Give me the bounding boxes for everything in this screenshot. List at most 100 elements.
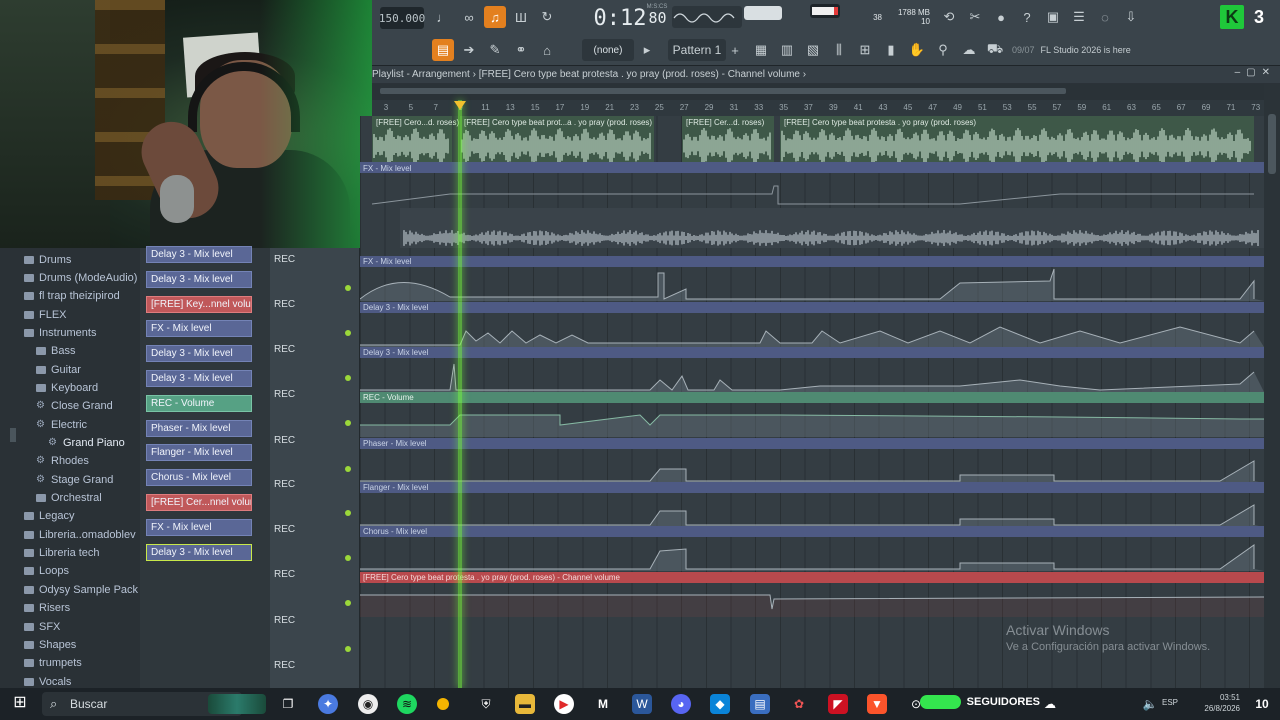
automation-lane[interactable]: Delay 3 - Mix level	[360, 347, 1264, 392]
channel-clip[interactable]: FX - Mix level	[146, 320, 252, 338]
track-rec-label[interactable]: REC	[274, 254, 295, 265]
browser-item[interactable]: FLEX	[24, 306, 67, 323]
automation-lane-header[interactable]: Chorus - Mix level	[360, 526, 1264, 537]
piano-roll-icon[interactable]: ▥	[776, 39, 798, 61]
browser-item[interactable]: Drums	[24, 251, 71, 268]
channel-clip[interactable]: Phaser - Mix level	[146, 419, 252, 437]
automation-envelope[interactable]	[360, 358, 1264, 392]
chat-icon[interactable]: ◌	[1094, 6, 1116, 28]
step-edit-icon[interactable]: Ш	[510, 6, 532, 28]
channel-clip[interactable]: Chorus - Mix level	[146, 469, 252, 487]
app-red-icon[interactable]: ◤	[828, 694, 848, 714]
automation-lane-header[interactable]: Flanger - Mix level	[360, 482, 1264, 493]
browser-item[interactable]: Legacy	[24, 508, 74, 525]
undo-icon[interactable]: ⟲	[938, 6, 960, 28]
browser-item[interactable]: ⚙ Stage Grand	[36, 471, 113, 488]
browser-item[interactable]: Keyboard	[36, 379, 98, 396]
channel-clip[interactable]: [FREE] Key...nnel volume	[146, 295, 252, 313]
automation-envelope[interactable]	[360, 313, 1264, 347]
notification-count[interactable]: 10	[1252, 694, 1272, 714]
browser-item[interactable]: SFX	[24, 618, 60, 635]
track-enable-led[interactable]	[345, 555, 351, 561]
playlist-overview[interactable]	[372, 84, 1264, 100]
automation-envelope[interactable]	[360, 403, 1264, 437]
mixer-icon[interactable]: ☰	[1068, 6, 1090, 28]
help-icon[interactable]: ?	[1016, 6, 1038, 28]
automation-envelope[interactable]	[360, 537, 1264, 571]
store-icon[interactable]: ◆	[710, 694, 730, 714]
discord-icon[interactable]: ◕	[671, 694, 691, 714]
track-rec-label[interactable]: REC	[274, 479, 295, 490]
track-rec-label[interactable]: REC	[274, 569, 295, 580]
timeline-ruler[interactable]: 3579111315171921232527293133353739414345…	[372, 100, 1264, 116]
touch-icon[interactable]: ✋	[906, 39, 928, 61]
browser-item[interactable]: Shapes	[24, 636, 76, 653]
track-rec-label[interactable]: REC	[274, 344, 295, 355]
plugin-picker-icon[interactable]: ⚲	[932, 39, 954, 61]
browser-item[interactable]: ⚙ Grand Piano	[48, 435, 125, 452]
automation-lane-header[interactable]: FX - Mix level	[360, 256, 1264, 267]
automation-lane[interactable]: Delay 3 - Mix level	[360, 302, 1264, 347]
download-icon[interactable]: ⇩	[1120, 6, 1142, 28]
browser-item[interactable]: ⚙ Electric	[36, 416, 87, 433]
media-player-icon[interactable]: ▶	[554, 694, 574, 714]
brave-icon[interactable]: ▼	[867, 694, 887, 714]
track-enable-led[interactable]	[345, 420, 351, 426]
automation-lane[interactable]: REC - Volume	[360, 392, 1264, 437]
browser-item[interactable]: Guitar	[36, 361, 81, 378]
playlist-mode-icon[interactable]: ▤	[432, 39, 454, 61]
automation-lane[interactable]: FX - Mix level	[360, 256, 1264, 301]
channel-clip[interactable]: REC - Volume	[146, 394, 252, 412]
channel-clip[interactable]: Delay 3 - Mix level	[146, 345, 252, 363]
channel-clip[interactable]: Delay 3 - Mix level	[146, 543, 252, 561]
track-enable-led[interactable]	[345, 375, 351, 381]
automation-envelope[interactable]	[360, 267, 1264, 301]
shield-icon[interactable]: ⛨	[476, 694, 496, 714]
playlist-icon[interactable]: ▦	[750, 39, 772, 61]
browser-item[interactable]: trumpets	[24, 655, 82, 672]
news-ticker[interactable]: 09/07 FL Studio 2026 is here	[1012, 39, 1192, 61]
browser-item[interactable]: Loops	[24, 563, 69, 580]
weather-icon[interactable]: ☁	[1040, 694, 1060, 714]
channel-clip[interactable]: Delay 3 - Mix level	[146, 370, 252, 387]
vertical-scroll-thumb[interactable]	[1268, 114, 1276, 174]
obs-icon[interactable]: ◉	[358, 694, 378, 714]
browser-item[interactable]: Bass	[36, 343, 75, 360]
browser-item[interactable]: Odysy Sample Pack 1	[24, 581, 147, 598]
automation-lane-header[interactable]: [FREE] Cero type beat protesta . yo pray…	[360, 572, 1264, 583]
channel-rack-icon[interactable]: ▧	[802, 39, 824, 61]
wait-input-icon[interactable]: ∞	[458, 6, 480, 28]
automation-envelope[interactable]	[360, 583, 1264, 617]
overview-scroll-thumb[interactable]	[380, 88, 1066, 94]
track-enable-led[interactable]	[345, 330, 351, 336]
add-pattern-icon[interactable]: +	[728, 39, 742, 61]
link-icon[interactable]: ⚭	[510, 39, 532, 61]
track-rec-label[interactable]: REC	[274, 435, 295, 446]
pattern-select[interactable]: Pattern 1	[668, 39, 726, 61]
channel-clip[interactable]: [FREE] Cer...nnel volume	[146, 494, 252, 511]
windows-start-icon[interactable]: ⊞	[10, 694, 30, 714]
track-enable-led[interactable]	[345, 646, 351, 652]
track-rec-label[interactable]: REC	[274, 299, 295, 310]
countdown-icon[interactable]: ♫	[484, 6, 506, 28]
draw-tool-icon[interactable]: ✎	[484, 39, 506, 61]
fl-studio-icon[interactable]: ✿	[789, 694, 809, 714]
cloud-icon[interactable]: ☁	[958, 39, 980, 61]
automation-lane-header[interactable]: REC - Volume	[360, 392, 1264, 403]
language-indicator[interactable]: ESP	[1162, 698, 1178, 707]
play-pattern-icon[interactable]: ▸	[640, 39, 654, 61]
track-enable-led[interactable]	[345, 466, 351, 472]
tempo-display[interactable]: 150.000	[379, 7, 425, 29]
channel-clip[interactable]: Delay 3 - Mix level	[146, 246, 252, 263]
automation-lane[interactable]: Phaser - Mix level	[360, 438, 1264, 483]
automation-lane[interactable]: Chorus - Mix level	[360, 526, 1264, 571]
browser-item[interactable]: ⚙ Rhodes	[36, 453, 89, 470]
browser-item[interactable]: Orchestral	[36, 490, 102, 507]
automation-lane-header[interactable]: Phaser - Mix level	[360, 438, 1264, 449]
browser-item[interactable]: Libreria tech	[24, 545, 100, 562]
browser-item[interactable]: Risers	[24, 600, 70, 617]
clock[interactable]: 03:51 26/8/2026	[1204, 692, 1240, 714]
spotify-icon[interactable]: ≋	[397, 694, 417, 714]
copilot-icon[interactable]: ✦	[318, 694, 338, 714]
playhead-marker[interactable]	[454, 101, 466, 110]
